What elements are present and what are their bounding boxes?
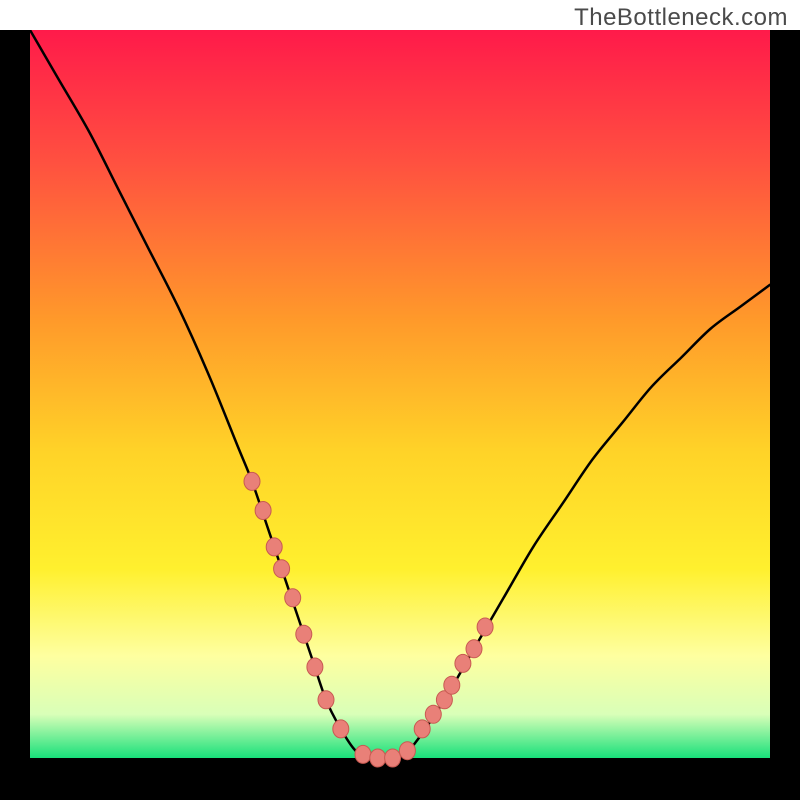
curve-marker — [285, 589, 301, 607]
curve-marker — [333, 720, 349, 738]
curve-marker — [399, 742, 415, 760]
curve-marker — [444, 676, 460, 694]
curve-marker — [255, 502, 271, 520]
curve-marker — [477, 618, 493, 636]
curve-marker — [370, 749, 386, 767]
curve-marker — [385, 749, 401, 767]
curve-marker — [466, 640, 482, 658]
curve-marker — [414, 720, 430, 738]
curve-marker — [266, 538, 282, 556]
watermark-text: TheBottleneck.com — [574, 4, 788, 32]
curve-marker — [274, 560, 290, 578]
curve-marker — [296, 625, 312, 643]
curve-marker — [244, 472, 260, 490]
curve-marker — [455, 654, 471, 672]
curve-marker — [425, 705, 441, 723]
chart-gradient-background — [30, 30, 770, 758]
curve-marker — [318, 691, 334, 709]
curve-marker — [355, 745, 371, 763]
curve-marker — [307, 658, 323, 676]
bottleneck-chart — [0, 30, 800, 800]
